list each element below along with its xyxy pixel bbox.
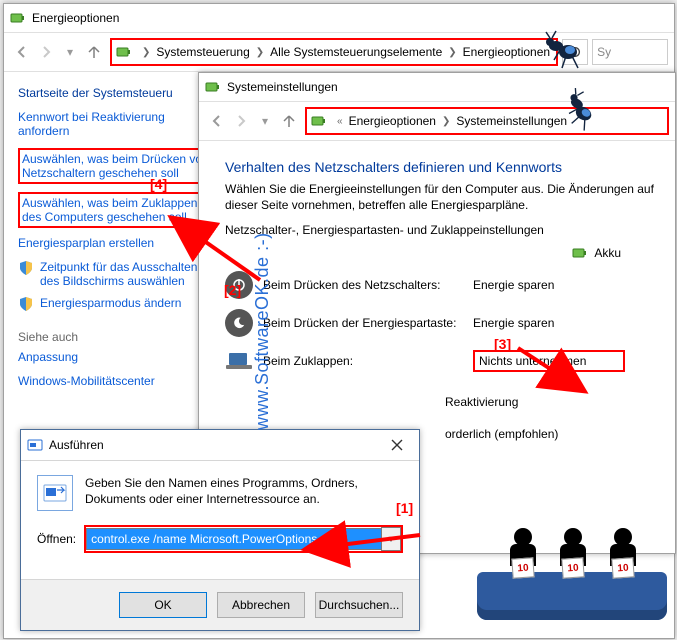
run-titlebar[interactable]: Ausführen <box>21 430 419 461</box>
chevron-right-icon: ❯ <box>444 47 460 58</box>
annotation-3: [3] <box>494 336 511 352</box>
row-label: Beim Zuklappen: <box>263 354 463 368</box>
browse-button[interactable]: Durchsuchen... <box>315 592 403 618</box>
nav-back-icon[interactable] <box>205 109 229 133</box>
inner-subheading: Netzschalter-, Energiespartasten- und Zu… <box>225 223 661 237</box>
row-label: Beim Drücken des Netzschalters: <box>263 278 463 292</box>
annotation-1: [1] <box>396 500 413 516</box>
row-power-button: Beim Drücken des Netzschalters: Energie … <box>225 271 661 299</box>
cancel-button[interactable]: Abbrechen <box>217 592 305 618</box>
see-also-mobility[interactable]: Windows-Mobilitätscenter <box>18 374 218 388</box>
run-command-input[interactable] <box>86 528 381 550</box>
chevron-left-icon: « <box>333 116 347 127</box>
annotation-2: [2] <box>224 282 241 298</box>
laptop-icon <box>225 347 253 375</box>
nav-fwd-icon[interactable] <box>34 40 58 64</box>
nav-up-icon[interactable] <box>277 109 301 133</box>
battery-icon <box>116 44 132 60</box>
sidebar-item-createplan[interactable]: Energiesparplan erstellen <box>18 236 218 250</box>
inner-title: Systemeinstellungen <box>227 80 338 94</box>
main-title: Energieoptionen <box>32 11 119 25</box>
battery-icon <box>205 79 221 95</box>
run-dropdown-button[interactable]: ▾ <box>381 527 401 551</box>
trailing-line: Reaktivierung <box>445 395 661 409</box>
score-card: 10 <box>511 557 534 578</box>
nav-up-icon[interactable] <box>82 40 106 64</box>
sidebar-item-displayoff[interactable]: Zeitpunkt für das Ausschalten des Bildsc… <box>40 260 218 288</box>
column-akku-label: Akku <box>594 246 621 260</box>
battery-icon <box>311 113 327 129</box>
annotation-4: [4] <box>150 176 167 192</box>
row-value-sleep[interactable]: Energie sparen <box>473 316 613 330</box>
crumb-item[interactable]: Energieoptionen <box>347 114 438 128</box>
see-also-header: Siehe auch <box>18 330 218 344</box>
run-app-icon <box>27 437 43 453</box>
crumb-item[interactable]: Alle Systemsteuerungselemente <box>268 45 444 59</box>
nav-back-icon[interactable] <box>10 40 34 64</box>
row-value-lid[interactable]: Nichts unternehmen <box>473 350 625 372</box>
run-open-label: Öffnen: <box>37 532 76 546</box>
chevron-right-icon: ❯ <box>138 47 154 58</box>
moon-icon <box>225 309 253 337</box>
run-button-row: OK Abbrechen Durchsuchen... <box>21 579 419 630</box>
sidebar-item-powerbutton-box: Auswählen, was beim Drücken von Netzscha… <box>18 148 218 184</box>
trailing-line: orderlich (empfohlen) <box>445 427 661 441</box>
chevron-right-icon: ❯ <box>438 116 454 127</box>
crumb-item[interactable]: Systemsteuerung <box>154 45 251 59</box>
row-sleep-button: Beim Drücken der Energiespartaste: Energ… <box>225 309 661 337</box>
ok-button[interactable]: OK <box>119 592 207 618</box>
run-dialog: Ausführen Geben Sie den Namen eines Prog… <box>20 429 420 631</box>
row-lid-close: Beim Zuklappen: Nichts unternehmen <box>225 347 661 375</box>
nav-fwd-icon[interactable] <box>229 109 253 133</box>
sidebar-item-password[interactable]: Kennwort bei Reaktivierung anfordern <box>18 110 218 138</box>
main-breadcrumb[interactable]: ❯ Systemsteuerung ❯ Alle Systemsteuerung… <box>110 38 558 66</box>
judges-decoration: 10 10 10 <box>477 520 667 620</box>
sidebar-item-powerbutton[interactable]: Auswählen, was beim Drücken von Netzscha… <box>22 152 214 180</box>
main-search-input[interactable]: Sy <box>592 39 668 65</box>
row-value-power[interactable]: Energie sparen <box>473 278 613 292</box>
crumb-item[interactable]: Energieoptionen <box>461 45 552 59</box>
close-button[interactable] <box>374 431 419 459</box>
score-card: 10 <box>611 557 634 578</box>
run-input-wrap: ▾ <box>84 525 403 553</box>
battery-icon <box>572 245 588 261</box>
chevron-right-icon: ❯ <box>252 47 268 58</box>
sidebar-item-lidclose[interactable]: Auswählen, was beim Zuklappen des Comput… <box>22 196 214 224</box>
sidebar-item-sleepmode[interactable]: Energiesparmodus ändern <box>40 296 181 310</box>
inner-breadcrumb[interactable]: « Energieoptionen ❯ Systemeinstellungen <box>305 107 669 135</box>
sidebar-item-lidclose-box: Auswählen, was beim Zuklappen des Comput… <box>18 192 218 228</box>
see-also-anpassung[interactable]: Anpassung <box>18 350 218 364</box>
shield-icon <box>18 260 34 276</box>
ant-decoration <box>540 26 586 72</box>
watermark-text: www.SoftwareOK.de :-) <box>252 232 273 430</box>
nav-history-icon[interactable]: ▾ <box>253 109 277 133</box>
run-dialog-icon <box>37 475 73 511</box>
row-label: Beim Drücken der Energiespartaste: <box>263 316 463 330</box>
inner-description: Wählen Sie die Energieeinstellungen für … <box>225 181 661 213</box>
score-card: 10 <box>561 557 584 578</box>
run-description: Geben Sie den Namen eines Programms, Ord… <box>85 475 403 511</box>
run-title: Ausführen <box>49 438 104 452</box>
sidebar-home-link[interactable]: Startseite der Systemsteueru <box>18 86 218 100</box>
search-placeholder: Sy <box>597 45 611 59</box>
nav-history-icon[interactable]: ▾ <box>58 40 82 64</box>
shield-icon <box>18 296 34 312</box>
battery-icon <box>10 10 26 26</box>
inner-heading: Verhalten des Netzschalters definieren u… <box>225 159 661 175</box>
